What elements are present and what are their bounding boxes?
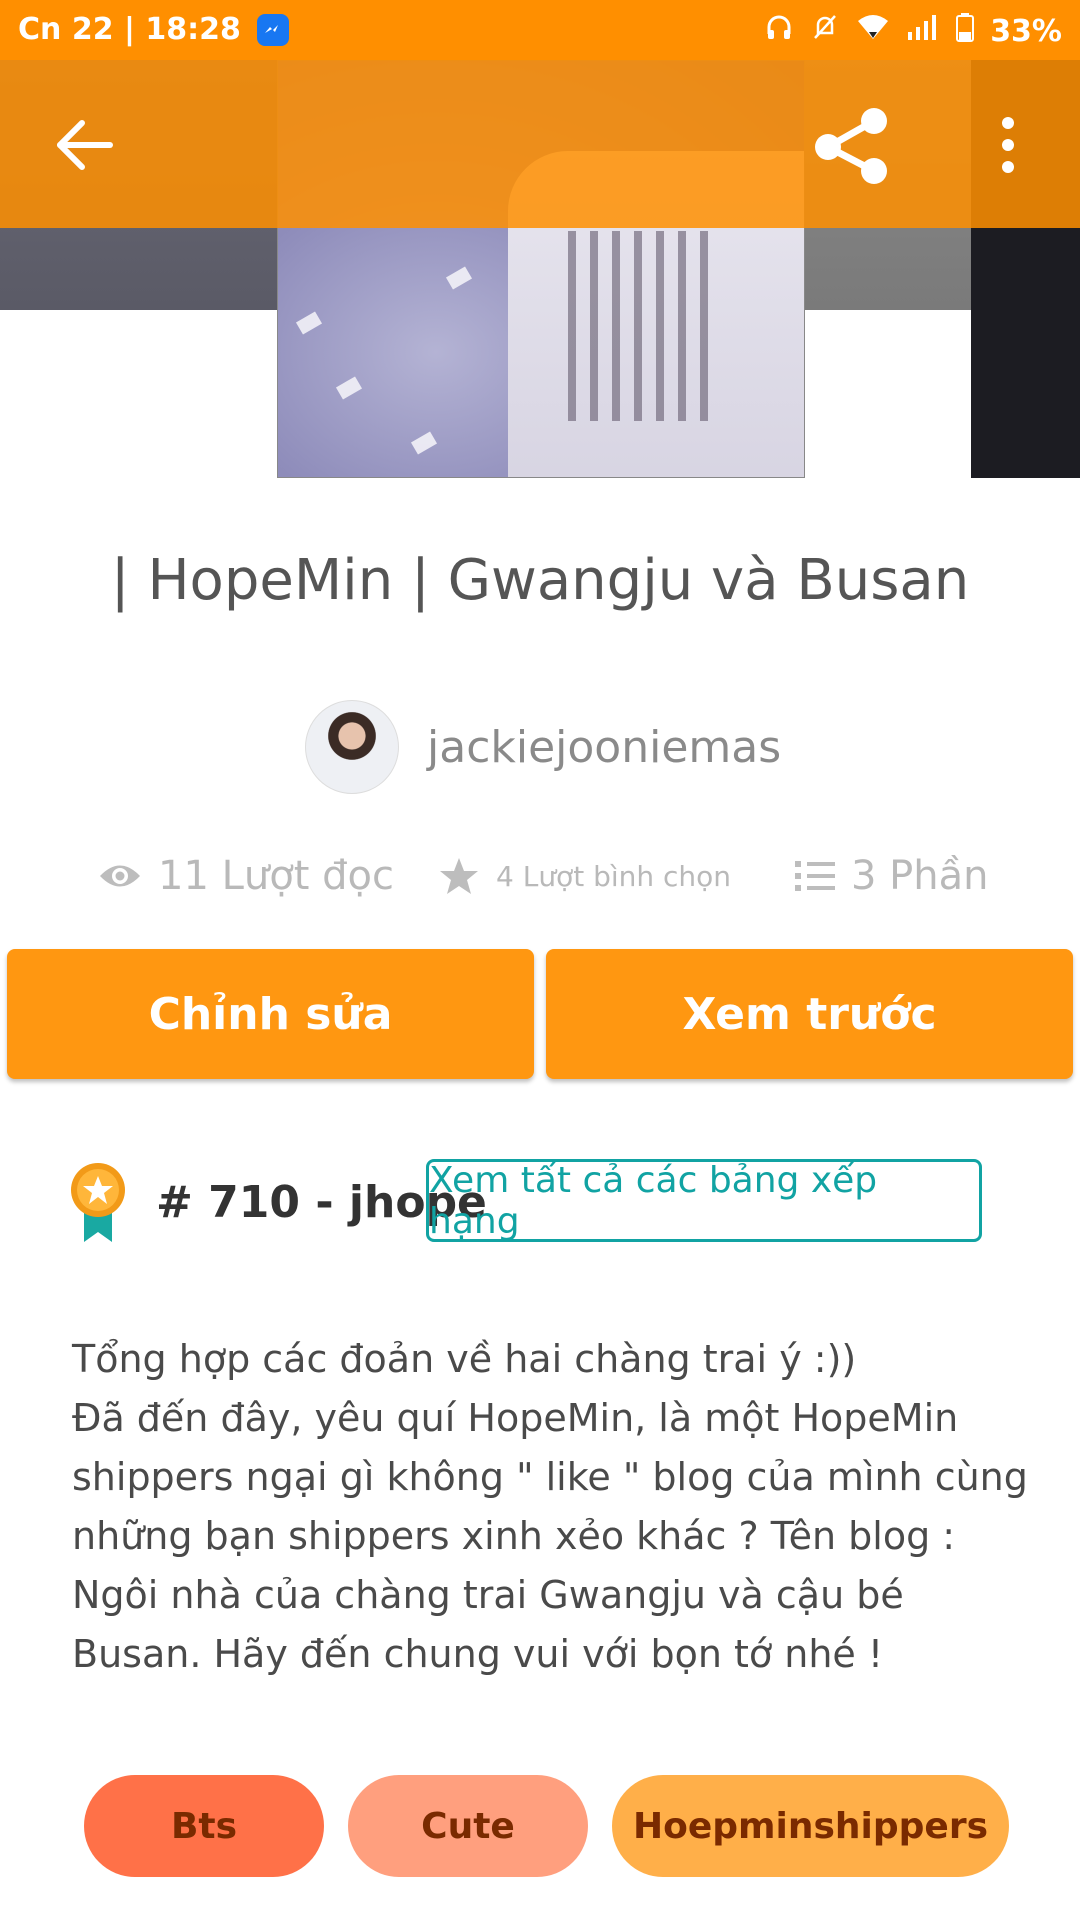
eye-icon (100, 865, 140, 887)
description-line-1: Tổng hợp các đoản về hai chàng trai ý :)… (72, 1337, 857, 1381)
star-icon (440, 858, 478, 894)
tag-hoepminshippers[interactable]: Hoepminshippers (612, 1775, 1009, 1877)
list-icon (795, 861, 835, 891)
confetti-shape (335, 376, 363, 400)
stat-parts: 3 Phần (795, 848, 989, 904)
medal-icon (70, 1160, 126, 1244)
status-bar: Cn 22 | 18:28 33% (0, 0, 1080, 60)
story-title: | HopeMin | Gwangju và Busan (110, 548, 970, 613)
more-vert-icon[interactable] (990, 115, 1026, 175)
battery-icon (956, 12, 975, 50)
bell-off-icon (810, 12, 840, 50)
stat-votes: 4 Lượt bình chọn (438, 848, 731, 904)
parts-count: 3 Phần (851, 853, 989, 899)
tag-bts[interactable]: Bts (84, 1775, 324, 1877)
tag-cute[interactable]: Cute (348, 1775, 588, 1877)
preview-button[interactable]: Xem trước (546, 949, 1073, 1079)
signal-icon (906, 12, 940, 50)
confetti-shape (410, 431, 438, 455)
stat-reads: 11 Lượt đọc (98, 848, 394, 904)
ranking-row: # 710 - jhope (70, 1160, 487, 1244)
headphones-icon (764, 12, 794, 50)
battery-level: 33% (990, 13, 1062, 49)
avatar[interactable] (305, 700, 399, 794)
cover-print-shape (568, 231, 718, 421)
status-bar-right: 33% (764, 12, 1062, 50)
author-name[interactable]: jackiejooniemas (427, 722, 781, 773)
confetti-shape (445, 266, 473, 290)
wifi-icon (856, 12, 890, 50)
confetti-shape (295, 311, 323, 335)
votes-count: 4 Lượt bình chọn (496, 859, 732, 893)
share-icon[interactable] (812, 105, 892, 185)
back-arrow-icon[interactable] (50, 115, 120, 175)
view-all-rankings-button[interactable]: Xem tất cả các bảng xếp hạng (426, 1159, 982, 1242)
status-bar-left: Cn 22 | 18:28 (18, 12, 289, 47)
story-description: Tổng hợp các đoản về hai chàng trai ý :)… (72, 1330, 1032, 1684)
edit-button[interactable]: Chỉnh sửa (7, 949, 534, 1079)
story-stats: 11 Lượt đọc 4 Lượt bình chọn 3 Phần (0, 848, 1080, 904)
status-time: Cn 22 | 18:28 (18, 12, 241, 47)
description-line-2: Đã đến đây, yêu quí HopeMin, là một Hope… (72, 1396, 1028, 1676)
reads-count: 11 Lượt đọc (158, 853, 394, 899)
app-toolbar (0, 60, 1080, 228)
messenger-icon (256, 13, 289, 46)
author-row[interactable]: jackiejooniemas (305, 700, 781, 794)
